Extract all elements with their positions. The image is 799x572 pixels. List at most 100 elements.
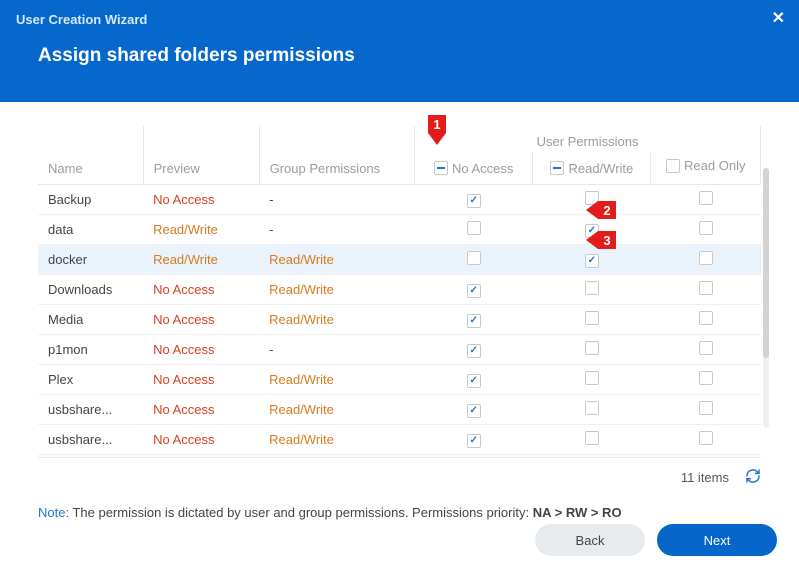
checkbox-rw[interactable]	[585, 254, 599, 268]
cell-na	[415, 394, 533, 424]
cell-name: data	[38, 214, 143, 244]
checkbox-ro[interactable]	[699, 251, 713, 265]
cell-ro	[651, 364, 761, 394]
checkbox-ro[interactable]	[699, 191, 713, 205]
cell-name: Plex	[38, 364, 143, 394]
cell-preview: Read/Write	[143, 214, 259, 244]
cell-group-permissions: Read/Write	[259, 364, 414, 394]
cell-rw	[533, 394, 651, 424]
checkbox-rw[interactable]	[585, 311, 599, 325]
cell-group-permissions: -	[259, 184, 414, 214]
table-body: BackupNo Access-dataRead/Write-dockerRea…	[38, 184, 761, 454]
checkbox-na[interactable]	[467, 344, 481, 358]
scrollbar-thumb[interactable]	[763, 168, 769, 358]
header-checkbox-read-write[interactable]	[550, 161, 564, 175]
cell-na	[415, 244, 533, 274]
cell-rw	[533, 334, 651, 364]
checkbox-na[interactable]	[467, 194, 481, 208]
checkbox-rw[interactable]	[585, 371, 599, 385]
header-label-read-write: Read/Write	[568, 161, 633, 176]
checkbox-rw[interactable]	[585, 191, 599, 205]
checkbox-rw[interactable]	[585, 401, 599, 415]
checkbox-na[interactable]	[467, 314, 481, 328]
header-label-read-only: Read Only	[684, 158, 745, 173]
col-header-no-access[interactable]: No Access	[415, 153, 533, 184]
checkbox-na[interactable]	[467, 434, 481, 448]
checkbox-rw[interactable]	[585, 281, 599, 295]
cell-rw	[533, 214, 651, 244]
cell-group-permissions: Read/Write	[259, 244, 414, 274]
col-header-read-only[interactable]: Read Only	[651, 153, 761, 184]
cell-name: Downloads	[38, 274, 143, 304]
col-header-group[interactable]: Group Permissions	[259, 126, 414, 184]
checkbox-ro[interactable]	[699, 221, 713, 235]
checkbox-na[interactable]	[467, 251, 481, 265]
header-checkbox-read-only[interactable]	[666, 159, 680, 173]
checkbox-rw[interactable]	[585, 224, 599, 238]
cell-preview: Read/Write	[143, 244, 259, 274]
note-priority: NA > RW > RO	[533, 505, 622, 520]
cell-na	[415, 184, 533, 214]
table-row[interactable]: BackupNo Access-	[38, 184, 761, 214]
cell-group-permissions: -	[259, 214, 414, 244]
cell-name: usbshare...	[38, 394, 143, 424]
cell-preview: No Access	[143, 364, 259, 394]
cell-ro	[651, 334, 761, 364]
col-header-read-write[interactable]: Read/Write	[533, 153, 651, 184]
checkbox-rw[interactable]	[585, 341, 599, 355]
table-row[interactable]: usbshare...No AccessRead/Write	[38, 394, 761, 424]
cell-preview: No Access	[143, 304, 259, 334]
table-row[interactable]: usbshare...No AccessRead/Write	[38, 424, 761, 454]
cell-preview: No Access	[143, 424, 259, 454]
refresh-icon[interactable]	[745, 468, 761, 487]
scrollbar[interactable]	[763, 168, 769, 428]
cell-na	[415, 274, 533, 304]
checkbox-ro[interactable]	[699, 371, 713, 385]
cell-preview: No Access	[143, 334, 259, 364]
cell-group-permissions: Read/Write	[259, 394, 414, 424]
table-row[interactable]: dockerRead/WriteRead/Write	[38, 244, 761, 274]
window-title: User Creation Wizard	[0, 0, 799, 27]
checkbox-na[interactable]	[467, 221, 481, 235]
cell-na	[415, 424, 533, 454]
cell-name: usbshare...	[38, 424, 143, 454]
back-button[interactable]: Back	[535, 524, 645, 556]
cell-ro	[651, 274, 761, 304]
checkbox-ro[interactable]	[699, 431, 713, 445]
col-header-preview[interactable]: Preview	[143, 126, 259, 184]
next-button[interactable]: Next	[657, 524, 777, 556]
checkbox-rw[interactable]	[585, 431, 599, 445]
note-label: Note:	[38, 505, 69, 520]
cell-rw	[533, 304, 651, 334]
cell-group-permissions: Read/Write	[259, 274, 414, 304]
cell-name: Backup	[38, 184, 143, 214]
table-row[interactable]: p1monNo Access-	[38, 334, 761, 364]
checkbox-ro[interactable]	[699, 311, 713, 325]
table-row[interactable]: PlexNo AccessRead/Write	[38, 364, 761, 394]
cell-preview: No Access	[143, 274, 259, 304]
cell-ro	[651, 244, 761, 274]
close-icon[interactable]: ✕	[772, 8, 785, 28]
cell-preview: No Access	[143, 184, 259, 214]
permissions-note: Note: The permission is dictated by user…	[38, 505, 761, 520]
table-row[interactable]: MediaNo AccessRead/Write	[38, 304, 761, 334]
cell-ro	[651, 214, 761, 244]
col-header-name[interactable]: Name	[38, 126, 143, 184]
table-row[interactable]: dataRead/Write-	[38, 214, 761, 244]
checkbox-ro[interactable]	[699, 341, 713, 355]
checkbox-na[interactable]	[467, 284, 481, 298]
cell-rw	[533, 244, 651, 274]
cell-na	[415, 364, 533, 394]
page-title: Assign shared folders permissions	[0, 27, 799, 67]
table-row[interactable]: DownloadsNo AccessRead/Write	[38, 274, 761, 304]
checkbox-na[interactable]	[467, 374, 481, 388]
col-header-user-permissions: User Permissions	[415, 126, 761, 153]
checkbox-ro[interactable]	[699, 281, 713, 295]
cell-ro	[651, 304, 761, 334]
checkbox-ro[interactable]	[699, 401, 713, 415]
header-checkbox-no-access[interactable]	[434, 161, 448, 175]
cell-na	[415, 304, 533, 334]
checkbox-na[interactable]	[467, 404, 481, 418]
cell-na	[415, 214, 533, 244]
cell-ro	[651, 424, 761, 454]
